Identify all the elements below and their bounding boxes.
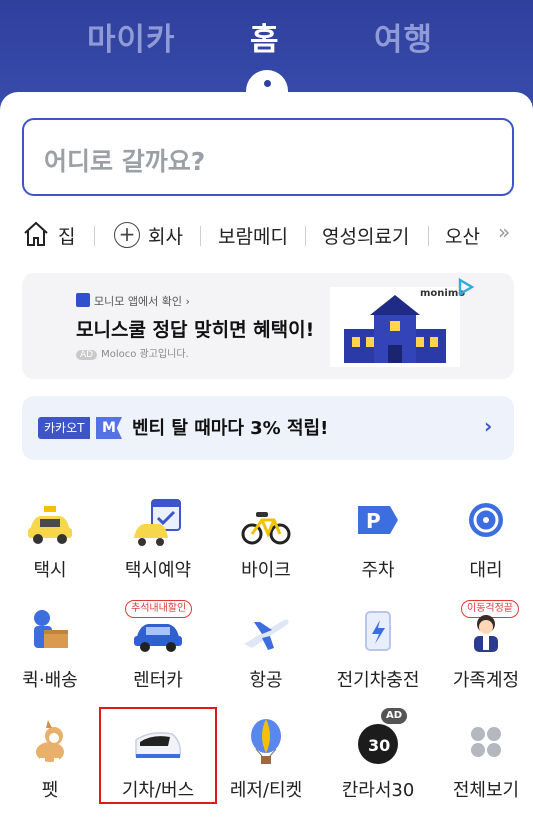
divider	[94, 226, 95, 246]
tab-travel[interactable]: 여행	[374, 14, 433, 59]
service-label: 레저/티켓	[229, 780, 303, 801]
service-rental-car[interactable]: 추석내내할인 렌터카	[105, 600, 211, 718]
service-label: 퀵·배송	[22, 670, 78, 691]
kanraser-icon: 30	[358, 724, 398, 764]
service-label: 펫	[41, 780, 59, 801]
family-account-icon	[474, 615, 498, 652]
favorite-places-bar: 집 + 회사 보람메디 영성의료기 오산 »	[0, 216, 533, 254]
service-label: 택시	[33, 560, 67, 581]
service-leisure-ticket[interactable]: 레저/티켓	[213, 718, 319, 817]
ad-title: 모니스쿨 정답 맞히면 혜택이!	[76, 319, 315, 341]
delivery-icon	[34, 610, 68, 648]
balloon-icon	[251, 719, 281, 764]
divider	[200, 226, 201, 246]
chevron-right-icon: ›	[484, 414, 493, 438]
svg-text:30: 30	[368, 736, 390, 755]
service-parking[interactable]: P 주차	[325, 498, 431, 608]
airplane-icon	[244, 619, 289, 650]
school-illustration	[330, 287, 460, 367]
divider	[428, 226, 429, 246]
all-grid-icon	[471, 727, 501, 757]
bike-icon	[241, 512, 291, 545]
service-label: 택시예약	[124, 560, 192, 581]
service-label: 대리	[469, 560, 503, 581]
search-box[interactable]: 어디로 갈까요?	[22, 118, 514, 196]
ad-badge: AD	[76, 350, 98, 360]
search-placeholder: 어디로 갈까요?	[44, 147, 206, 176]
service-family-account[interactable]: 이동걱정끝 가족계정	[433, 600, 533, 718]
home-icon	[24, 221, 48, 246]
ev-charger-icon	[365, 611, 391, 651]
service-label: 항공	[249, 670, 283, 691]
selection-highlight	[99, 707, 217, 804]
service-label: 바이크	[241, 560, 291, 581]
shortcut-place-2[interactable]: 영성의료기	[322, 222, 409, 249]
parking-icon: P	[358, 506, 398, 534]
taxi-reservation-icon	[134, 499, 181, 546]
service-ev-charging[interactable]: 전기차충전	[325, 608, 431, 718]
shortcut-office[interactable]: 회사	[148, 222, 183, 249]
rental-car-icon	[134, 624, 182, 652]
service-label: 가족계정	[452, 670, 520, 691]
promo-text: 벤티 탈 때마다 3% 적립!	[132, 418, 329, 439]
divider	[305, 226, 306, 246]
svg-text:P: P	[366, 509, 381, 533]
monimo-logo-icon	[76, 293, 90, 307]
top-tabs: 마이카 홈 여행	[0, 14, 533, 58]
membership-tag: M	[96, 417, 122, 439]
tab-mycar[interactable]: 마이카	[87, 14, 176, 59]
service-bike[interactable]: 바이크	[213, 498, 319, 608]
shortcut-place-1[interactable]: 보람메디	[218, 222, 288, 249]
driver-service-icon	[469, 503, 503, 537]
service-pet[interactable]: 펫	[0, 718, 103, 817]
service-taxi-reservation[interactable]: 택시예약	[105, 498, 211, 608]
service-kanraser30[interactable]: AD 30 칸라서30	[325, 708, 431, 817]
service-airline[interactable]: 항공	[213, 608, 319, 718]
service-taxi[interactable]: 택시	[0, 498, 103, 608]
service-view-all[interactable]: 전체보기	[433, 718, 533, 817]
service-label: 주차	[361, 560, 395, 581]
service-label: 전기차충전	[336, 670, 420, 691]
service-driver[interactable]: 대리	[433, 498, 533, 608]
taxi-icon	[28, 506, 72, 544]
ad-banner[interactable]: 모니모 앱에서 확인 › 모니스쿨 정답 맞히면 혜택이! AD Moloco 광…	[22, 273, 514, 379]
promo-banner[interactable]: 카카오T M 벤티 탈 때마다 3% 적립! ›	[22, 396, 514, 460]
add-icon[interactable]: +	[114, 222, 140, 248]
adchoices-icon[interactable]	[456, 277, 476, 297]
kakao-t-tag: 카카오T	[38, 417, 91, 439]
service-label: 렌터카	[133, 670, 183, 691]
service-delivery[interactable]: 퀵·배송	[0, 608, 103, 718]
pet-icon	[36, 720, 64, 766]
ad-source: 모니모 앱에서 확인 ›	[94, 295, 190, 308]
tab-home[interactable]: 홈	[250, 14, 280, 59]
chevron-double-right-icon[interactable]: »	[498, 220, 510, 244]
shortcut-home[interactable]: 집	[58, 222, 75, 249]
service-label: 칸라서30	[341, 780, 415, 801]
ad-label: Moloco 광고입니다.	[101, 349, 189, 360]
shortcut-place-3[interactable]: 오산	[445, 222, 480, 249]
service-label: 전체보기	[452, 780, 520, 801]
ad-label-row: AD Moloco 광고입니다.	[76, 345, 189, 360]
active-tab-indicator	[264, 80, 271, 87]
